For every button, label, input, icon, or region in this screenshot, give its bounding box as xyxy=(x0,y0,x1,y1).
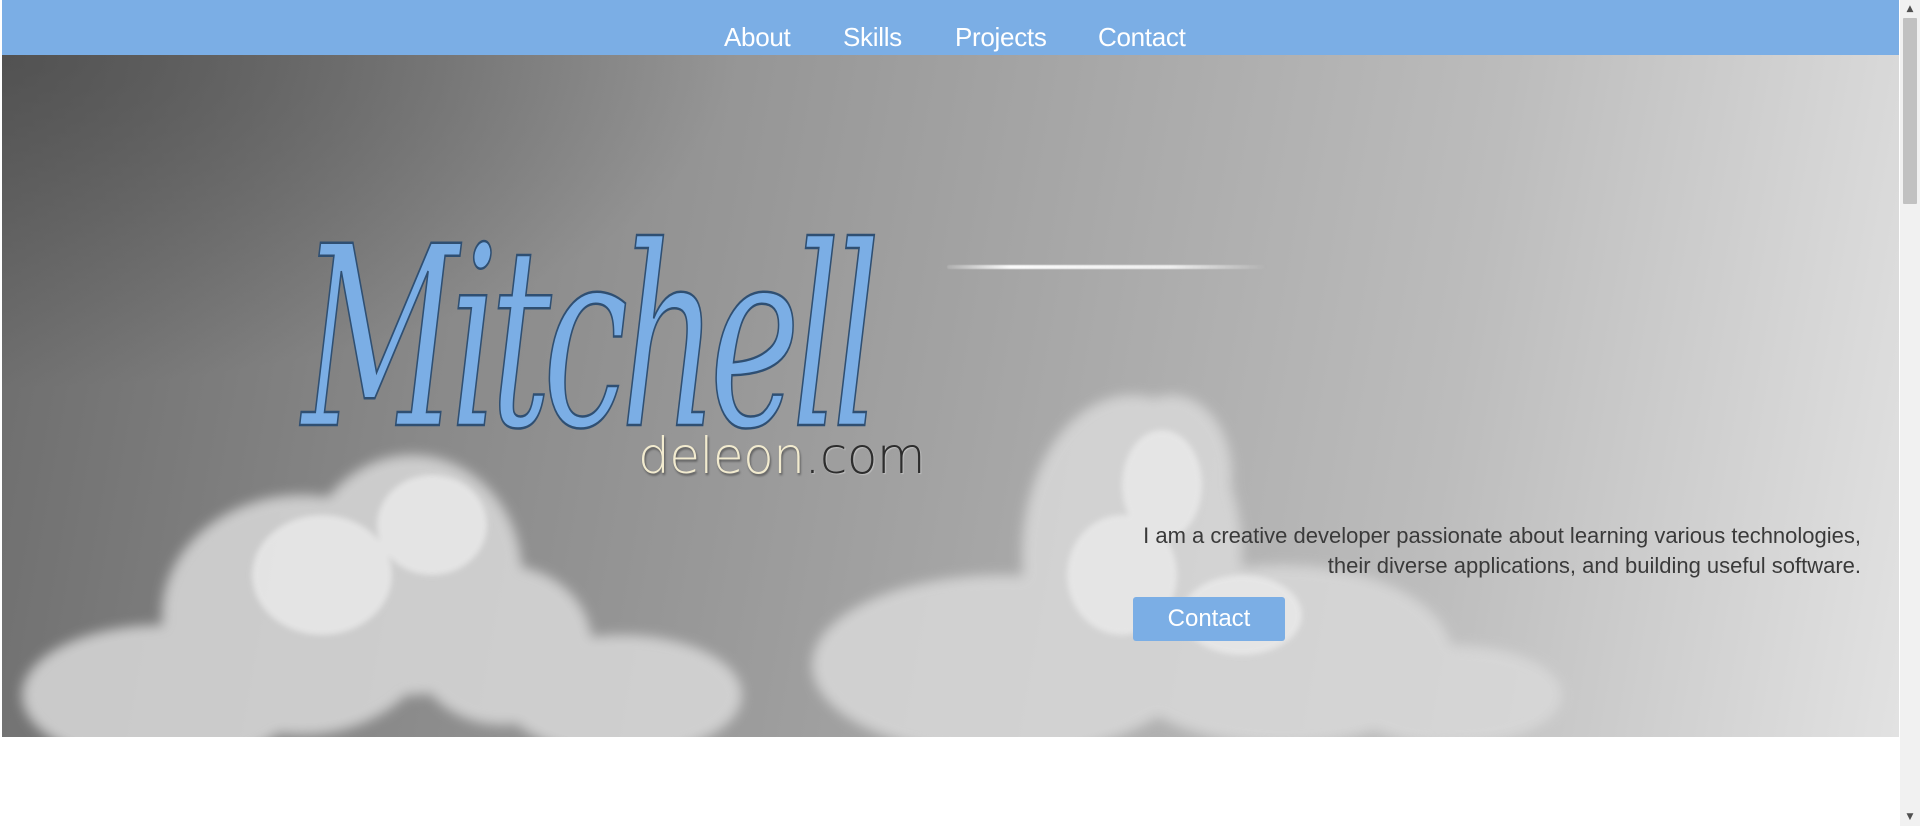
scroll-down-arrow-icon[interactable]: ▼ xyxy=(1900,808,1920,826)
nav-link-skills[interactable]: Skills xyxy=(843,22,902,53)
nav-link-about[interactable]: About xyxy=(724,22,791,53)
nav-link-projects[interactable]: Projects xyxy=(955,22,1047,53)
hero-section: Mitchell deleon.com I am a creative deve… xyxy=(2,55,1899,737)
logo-domain-tld: .com xyxy=(804,427,926,485)
page: About Skills Projects Contact Mitchell d… xyxy=(0,0,1900,826)
top-nav-bar: About Skills Projects Contact xyxy=(2,0,1899,55)
logo-domain: deleon.com xyxy=(638,427,926,485)
logo-domain-name: deleon xyxy=(638,427,805,485)
tagline-line-1: I am a creative developer passionate abo… xyxy=(1143,523,1861,548)
hero-tagline: I am a creative developer passionate abo… xyxy=(1041,521,1861,581)
contact-button[interactable]: Contact xyxy=(1133,597,1285,641)
nav-link-contact[interactable]: Contact xyxy=(1098,22,1186,53)
scroll-up-arrow-icon[interactable]: ▲ xyxy=(1900,0,1920,18)
hero-cloud-background xyxy=(22,395,1562,737)
scrollbar-thumb[interactable] xyxy=(1903,18,1917,204)
logo-script-mitchell: Mitchell xyxy=(298,192,889,486)
vertical-scrollbar[interactable]: ▲ ▼ xyxy=(1900,0,1920,826)
tagline-line-2: their diverse applications, and building… xyxy=(1327,553,1861,578)
